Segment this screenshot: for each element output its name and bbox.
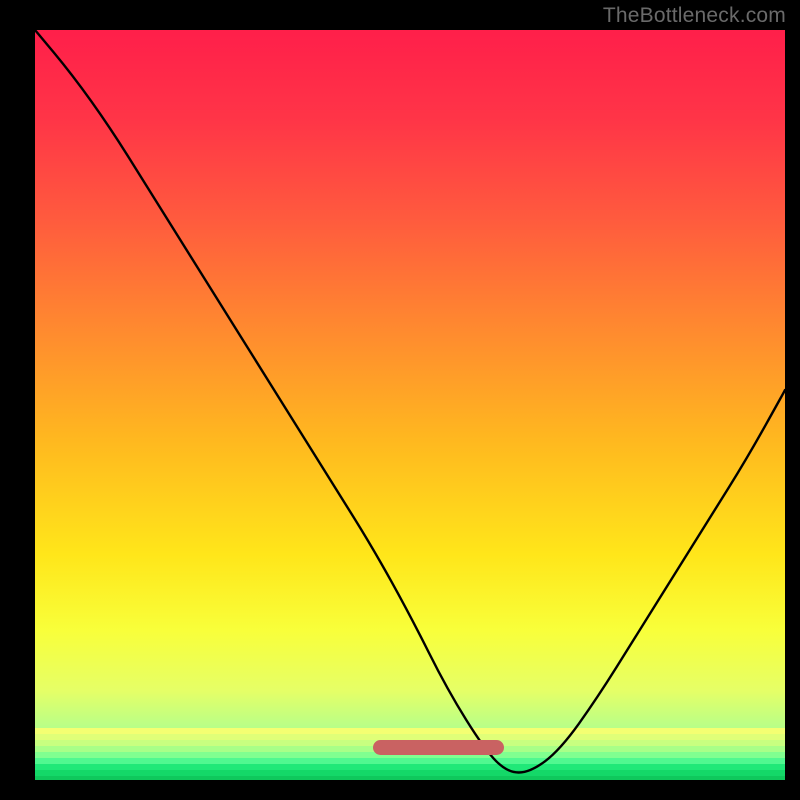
- watermark-text: TheBottleneck.com: [603, 4, 786, 28]
- optimal-range-marker: [373, 740, 504, 755]
- bottleneck-curve: [35, 30, 785, 780]
- chart-frame: TheBottleneck.com: [0, 0, 800, 800]
- plot-area: [35, 30, 785, 780]
